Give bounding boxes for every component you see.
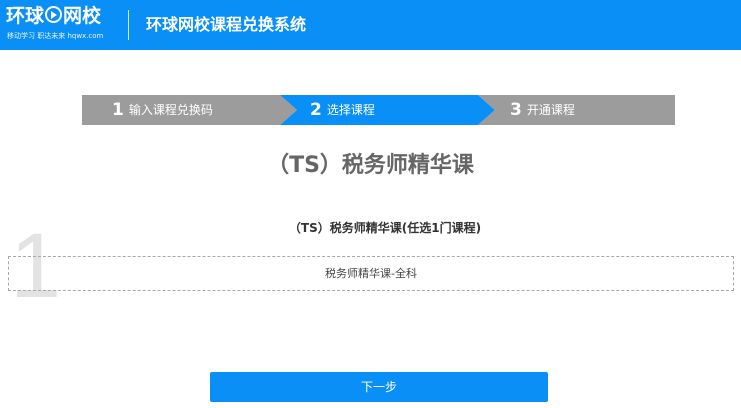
next-step-button[interactable]: 下一步	[210, 372, 548, 402]
course-option[interactable]: 税务师精华课-全科	[8, 256, 734, 291]
step-number: 2	[310, 100, 322, 120]
course-title: （TS）税务师精华课	[267, 153, 474, 178]
logo[interactable]: 环球 网校	[6, 4, 101, 28]
step-1: 1 输入课程兑换码	[82, 95, 297, 125]
step-label: 开通课程	[526, 103, 575, 117]
step-number: 3	[510, 100, 522, 120]
logo-text: 环球	[6, 5, 45, 27]
header-bar: 环球 网校 移动学习 职达未来 hqwx.com 环球网校课程兑换系统	[0, 0, 741, 50]
logo-slogan: 移动学习 职达未来 hqwx.com	[7, 32, 104, 40]
step-label: 输入课程兑换码	[128, 103, 213, 117]
step-label: 选择课程	[326, 103, 375, 117]
play-icon	[45, 6, 63, 23]
step-number: 1	[112, 100, 124, 120]
step-3: 3 开通课程	[478, 95, 675, 125]
course-group-title: （TS）税务师精华课(任选1门课程)	[288, 221, 482, 235]
step-2: 2 选择课程	[280, 95, 495, 125]
header-divider	[128, 10, 129, 40]
logo-text-2: 网校	[63, 5, 102, 27]
page-title: 环球网校课程兑换系统	[146, 15, 307, 34]
step-progress: 1 输入课程兑换码 2 选择课程 3 开通课程	[82, 95, 675, 125]
